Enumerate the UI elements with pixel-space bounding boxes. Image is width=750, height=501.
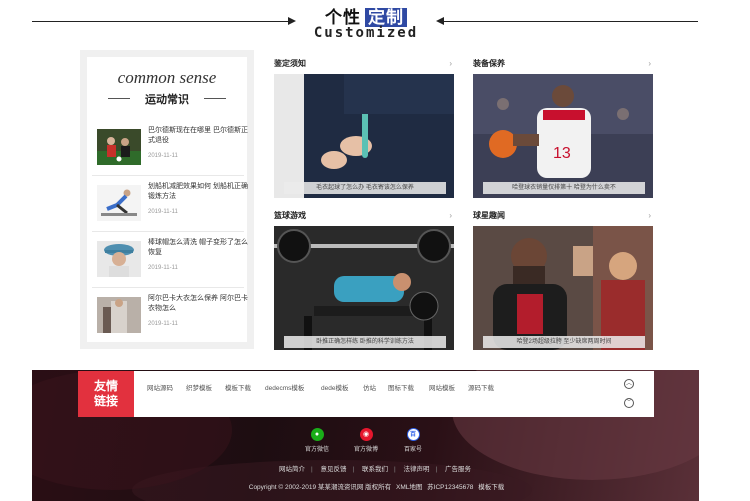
badge-line1: 友情 xyxy=(93,379,118,393)
friend-links-badge: 友情 链接 xyxy=(78,371,134,417)
card-heading-text[interactable]: 装备保养 xyxy=(473,59,505,68)
friend-link[interactable]: 仿站 xyxy=(363,382,376,392)
list-item[interactable]: 巴尔德斯现在在哪里 巴尔德斯正式退役 2019-11-11 xyxy=(92,125,248,177)
scroll-up-icon[interactable]: ︿ xyxy=(624,379,634,389)
item-date: 2019-11-11 xyxy=(148,209,178,215)
card-heading[interactable]: 鉴定须知 › xyxy=(274,58,454,72)
item-title[interactable]: 划船机减肥效果如何 划船机正确锻炼方法 xyxy=(148,182,248,202)
friend-link[interactable]: dedecms模板 xyxy=(265,382,304,392)
chevron-right-icon[interactable]: › xyxy=(449,211,452,220)
weibo-icon[interactable]: ◉ xyxy=(359,428,373,441)
social-label[interactable]: 官方微博 xyxy=(341,444,391,453)
item-title[interactable]: 巴尔德斯现在在哪里 巴尔德斯正式退役 xyxy=(148,126,248,146)
divider xyxy=(92,287,244,288)
separator: | xyxy=(352,466,355,473)
card-heading[interactable]: 装备保养 › xyxy=(473,58,653,72)
separator: | xyxy=(435,466,438,473)
social-label[interactable]: 官方微信 xyxy=(292,444,342,453)
card-caption[interactable]: 哈登球衣销量仅排第十 哈登为什么卖不 xyxy=(483,182,645,194)
footer-nav: 网站简介 | 意见反馈 | 联系我们 | 法律声明 | 广告服务 xyxy=(0,463,750,473)
divider xyxy=(92,231,244,232)
item-date: 2019-11-11 xyxy=(148,321,178,327)
social-wechat[interactable]: ● 官方微信 xyxy=(292,428,342,453)
list-item[interactable]: 阿尔巴卡大衣怎么保养 阿尔巴卡衣物怎么 2019-11-11 xyxy=(92,293,248,345)
social-weibo[interactable]: ◉ 官方微博 xyxy=(341,428,391,453)
template-link[interactable]: 模板下载 xyxy=(478,484,504,491)
friend-link[interactable]: 模板下载 xyxy=(225,382,251,392)
section-header: 个性 定制 Customized xyxy=(0,0,750,48)
friend-links-bar xyxy=(78,371,654,417)
separator: | xyxy=(394,466,396,473)
copyright-line: Copyright © 2002-2019 某某潮流资讯网 版权所有 XML地图… xyxy=(0,481,750,491)
item-thumbnail[interactable] xyxy=(97,185,141,221)
item-thumbnail[interactable] xyxy=(97,297,141,333)
card-heading[interactable]: 篮球游戏 › xyxy=(274,210,454,224)
footer-link-legal[interactable]: 法律声明 xyxy=(404,466,430,473)
friend-link[interactable]: 源码下载 xyxy=(468,382,494,392)
list-item[interactable]: 棒球帽怎么清洗 帽子变形了怎么恢复 2019-11-11 xyxy=(92,237,248,289)
scroll-down-icon[interactable]: ﹀ xyxy=(624,398,634,408)
item-thumbnail[interactable] xyxy=(97,129,141,165)
wechat-icon[interactable]: ● xyxy=(310,428,324,441)
item-date: 2019-11-11 xyxy=(148,265,178,271)
friend-link[interactable]: 图标下载 xyxy=(388,382,414,392)
card-image[interactable] xyxy=(274,226,454,350)
card-heading[interactable]: 球星趣闻 › xyxy=(473,210,653,224)
footer-link-contact[interactable]: 联系我们 xyxy=(362,466,388,473)
icp-text: 苏ICP12345678 xyxy=(427,484,474,491)
item-thumbnail[interactable] xyxy=(97,241,141,277)
list-item[interactable]: 划船机减肥效果如何 划船机正确锻炼方法 2019-11-11 xyxy=(92,181,248,233)
badge-line2: 链接 xyxy=(93,394,118,408)
copyright-text: Copyright © 2002-2019 某某潮流资讯网 版权所有 xyxy=(248,484,392,491)
panel-title-en: common sense xyxy=(117,68,217,87)
card-heading-text[interactable]: 鉴定须知 xyxy=(274,59,306,68)
social-label[interactable]: 百家号 xyxy=(388,444,438,453)
item-title[interactable]: 棒球帽怎么清洗 帽子变形了怎么恢复 xyxy=(148,238,248,258)
footer-link-feedback[interactable]: 意见反馈 xyxy=(320,466,346,473)
baijiahao-icon[interactable]: 百 xyxy=(406,428,420,441)
sitemap-link[interactable]: XML地图 xyxy=(396,484,422,491)
footer-link-about[interactable]: 网站简介 xyxy=(279,466,305,473)
item-date: 2019-11-11 xyxy=(148,153,178,159)
friend-link[interactable]: 网站源码 xyxy=(147,382,173,392)
chevron-right-icon[interactable]: › xyxy=(648,211,651,220)
card-caption[interactable]: 卧推正确怎样练 卧推的科学训练方法 xyxy=(284,336,446,348)
card-caption[interactable]: 哈登2场超级拉胯 至少缺席两周时间 xyxy=(483,336,645,348)
item-title[interactable]: 阿尔巴卡大衣怎么保养 阿尔巴卡衣物怎么 xyxy=(148,294,248,314)
divider xyxy=(92,175,244,176)
chevron-right-icon[interactable]: › xyxy=(449,59,452,68)
divider-right xyxy=(440,21,698,22)
card-heading-text[interactable]: 球星趣闻 xyxy=(473,211,505,220)
common-sense-panel: common sense 运动常识 巴尔德斯现在在哪里 巴尔德斯正式退役 201… xyxy=(80,50,254,349)
card-image[interactable] xyxy=(274,74,454,198)
social-baijiahao[interactable]: 百 百家号 xyxy=(388,428,438,453)
friend-link[interactable]: 织梦模板 xyxy=(186,382,212,392)
svg-text:13: 13 xyxy=(553,145,571,162)
friend-link[interactable]: dede模板 xyxy=(321,382,348,392)
footer-link-ads[interactable]: 广告服务 xyxy=(445,466,471,473)
title-rule-right xyxy=(204,98,226,99)
arrow-right-icon xyxy=(288,17,296,25)
separator: | xyxy=(310,466,313,473)
card-image[interactable] xyxy=(473,226,653,350)
card-heading-text[interactable]: 篮球游戏 xyxy=(274,211,306,220)
panel-title-cn: 运动常识 xyxy=(145,94,189,106)
section-subtitle: Customized xyxy=(313,25,419,41)
card-image[interactable]: 13 xyxy=(473,74,653,198)
divider-left xyxy=(32,21,290,22)
card-caption[interactable]: 毛衣起球了怎么办 毛衣寄该怎么保养 xyxy=(284,182,446,194)
friend-link[interactable]: 网站模板 xyxy=(429,382,455,392)
chevron-right-icon[interactable]: › xyxy=(648,59,651,68)
